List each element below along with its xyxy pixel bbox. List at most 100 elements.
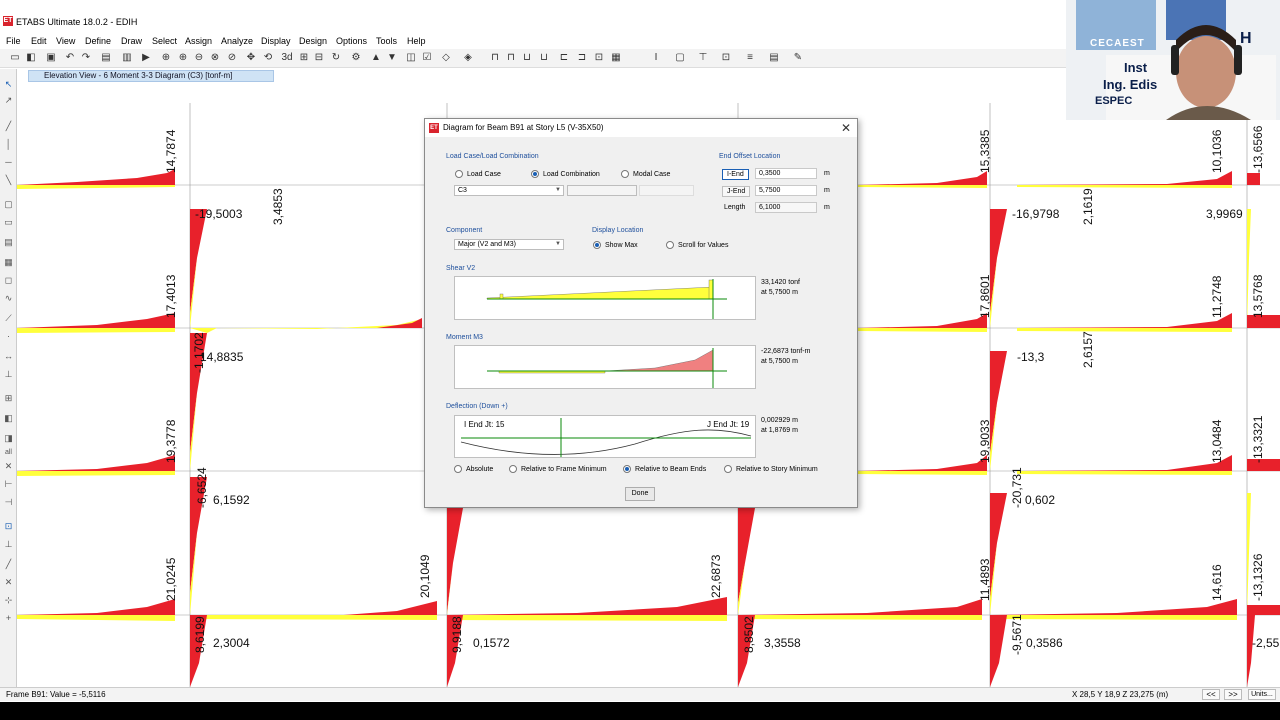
move-down-icon[interactable]: ▼: [386, 52, 398, 64]
draw-area-tool-icon[interactable]: ▢: [3, 199, 14, 210]
snap-intersect-icon[interactable]: ✕: [3, 577, 14, 588]
draw-area-icon[interactable]: ▦: [610, 52, 622, 64]
snap-grid-icon[interactable]: ⊹: [3, 595, 14, 606]
dimension-tool-icon[interactable]: ↔: [3, 351, 14, 362]
elevation-view-icon[interactable]: ⊟: [313, 52, 325, 64]
menu-draw[interactable]: Draw: [121, 36, 142, 47]
pointer-icon[interactable]: ↖: [3, 79, 14, 90]
radio-load-combination[interactable]: [531, 170, 539, 178]
open-icon[interactable]: ◧: [25, 52, 37, 64]
i-end-field[interactable]: 0,3500: [755, 168, 817, 179]
select-previous-icon[interactable]: ◧: [3, 413, 14, 424]
menu-file[interactable]: File: [6, 36, 21, 47]
zoom-previous-icon[interactable]: ⊘: [226, 52, 238, 64]
draw-column-icon[interactable]: ⊓: [505, 52, 517, 64]
radio-scroll-for-values[interactable]: [666, 241, 674, 249]
next-button[interactable]: >>: [1224, 689, 1242, 700]
menu-analyze[interactable]: Analyze: [221, 36, 253, 47]
assign-load-icon[interactable]: ⊤: [697, 52, 709, 64]
close-icon[interactable]: ✕: [841, 121, 851, 135]
rotate-icon[interactable]: ⟲: [262, 52, 274, 64]
zoom-window-icon[interactable]: ⊕: [160, 52, 172, 64]
line-style-icon[interactable]: ≡: [744, 52, 756, 64]
zoom-out-icon[interactable]: ⊖: [193, 52, 205, 64]
redo-icon[interactable]: ↷: [80, 52, 92, 64]
menu-help[interactable]: Help: [407, 36, 426, 47]
draw-brace-icon[interactable]: ⊔: [538, 52, 550, 64]
draw-brace-tool-icon[interactable]: ╲: [3, 175, 14, 186]
draw-beam-icon[interactable]: ⊔: [521, 52, 533, 64]
save-icon[interactable]: ▣: [45, 52, 57, 64]
zoom-in-icon[interactable]: ⊕: [177, 52, 189, 64]
radio-relative-beam-ends[interactable]: [623, 465, 631, 473]
draw-line-icon[interactable]: ╱: [3, 121, 14, 132]
reshape-icon[interactable]: ↗: [3, 95, 14, 106]
draw-opening-tool-icon[interactable]: ◻: [3, 275, 14, 286]
unlock-icon[interactable]: ▥: [121, 52, 133, 64]
section-icon[interactable]: I: [650, 52, 662, 64]
move-up-icon[interactable]: ▲: [370, 52, 382, 64]
snap-plus-icon[interactable]: +: [3, 613, 14, 624]
snap-mid-icon[interactable]: ⊣: [3, 497, 14, 508]
menu-select[interactable]: Select: [152, 36, 177, 47]
dialog-title-bar[interactable]: Diagram for Beam B91 at Story L5 (V-35X5…: [425, 119, 857, 137]
draw-point-tool-icon[interactable]: ·: [3, 331, 14, 342]
menu-edit[interactable]: Edit: [31, 36, 47, 47]
units-button[interactable]: Units...: [1248, 689, 1276, 700]
draw-opening-icon[interactable]: ⊡: [593, 52, 605, 64]
undo-icon[interactable]: ↶: [64, 52, 76, 64]
draw-column-tool-icon[interactable]: │: [3, 139, 14, 150]
done-button[interactable]: Done: [625, 487, 655, 501]
radio-load-case[interactable]: [455, 170, 463, 178]
run-analysis-icon[interactable]: ▶: [140, 52, 152, 64]
shape-icon[interactable]: ◇: [440, 52, 452, 64]
clear-selection-icon[interactable]: ◨: [3, 433, 14, 444]
3d-view-icon[interactable]: 3d: [280, 52, 294, 64]
draw-wall-icon[interactable]: ⊏: [558, 52, 570, 64]
j-end-button[interactable]: J-End: [722, 186, 751, 197]
component-select[interactable]: Major (V2 and M3) ▼: [454, 239, 564, 250]
select-all-text-icon[interactable]: all: [3, 447, 14, 458]
radio-absolute[interactable]: [454, 465, 462, 473]
menu-design[interactable]: Design: [299, 36, 327, 47]
draw-frame-icon[interactable]: ⊓: [489, 52, 501, 64]
j-end-field[interactable]: 5,7500: [755, 185, 817, 196]
menu-assign[interactable]: Assign: [185, 36, 212, 47]
menu-display[interactable]: Display: [261, 36, 291, 47]
menu-view[interactable]: View: [56, 36, 75, 47]
object-shrink-icon[interactable]: ◫: [405, 52, 417, 64]
radio-modal-case[interactable]: [621, 170, 629, 178]
lock-icon[interactable]: ▤: [100, 52, 112, 64]
radio-relative-story-minimum[interactable]: [724, 465, 732, 473]
menu-define[interactable]: Define: [85, 36, 111, 47]
perspective-icon[interactable]: ◈: [462, 52, 474, 64]
draw-tendon-tool-icon[interactable]: ∿: [3, 293, 14, 304]
intersect-icon[interactable]: ✕: [3, 461, 14, 472]
draw-slab-tool-icon[interactable]: ▦: [3, 257, 14, 268]
plan-view-icon[interactable]: ⊞: [298, 52, 310, 64]
load-combination-select[interactable]: C3 ▼: [454, 185, 564, 196]
select-all-icon[interactable]: ⊞: [3, 393, 14, 404]
assign-joint-icon[interactable]: ⊡: [720, 52, 732, 64]
draw-link-tool-icon[interactable]: ⟋: [3, 313, 14, 324]
pan-icon[interactable]: ✥: [245, 52, 257, 64]
draw-rect-tool-icon[interactable]: ▭: [3, 217, 14, 228]
snap-active-icon[interactable]: ⊡: [3, 521, 14, 532]
snap-perp-icon[interactable]: ⊥: [3, 539, 14, 550]
display-options-icon[interactable]: ⚙: [350, 52, 362, 64]
view-tab[interactable]: Elevation View - 6 Moment 3-3 Diagram (C…: [28, 70, 274, 82]
snap-line-icon[interactable]: ╱: [3, 559, 14, 570]
pencil-icon[interactable]: ✎: [792, 52, 804, 64]
radio-show-max[interactable]: [593, 241, 601, 249]
refresh-icon[interactable]: ↻: [330, 52, 342, 64]
reference-line-icon[interactable]: ⊥: [3, 369, 14, 380]
draw-slab-icon[interactable]: ⊐: [576, 52, 588, 64]
table-icon[interactable]: ▤: [768, 52, 780, 64]
draw-wall-tool-icon[interactable]: ▤: [3, 237, 14, 248]
check-icon[interactable]: ☑: [421, 52, 433, 64]
menu-options[interactable]: Options: [336, 36, 367, 47]
menu-tools[interactable]: Tools: [376, 36, 397, 47]
i-end-button[interactable]: I-End: [722, 169, 749, 180]
draw-beam-tool-icon[interactable]: ─: [3, 157, 14, 168]
snap-end-icon[interactable]: ⊢: [3, 479, 14, 490]
